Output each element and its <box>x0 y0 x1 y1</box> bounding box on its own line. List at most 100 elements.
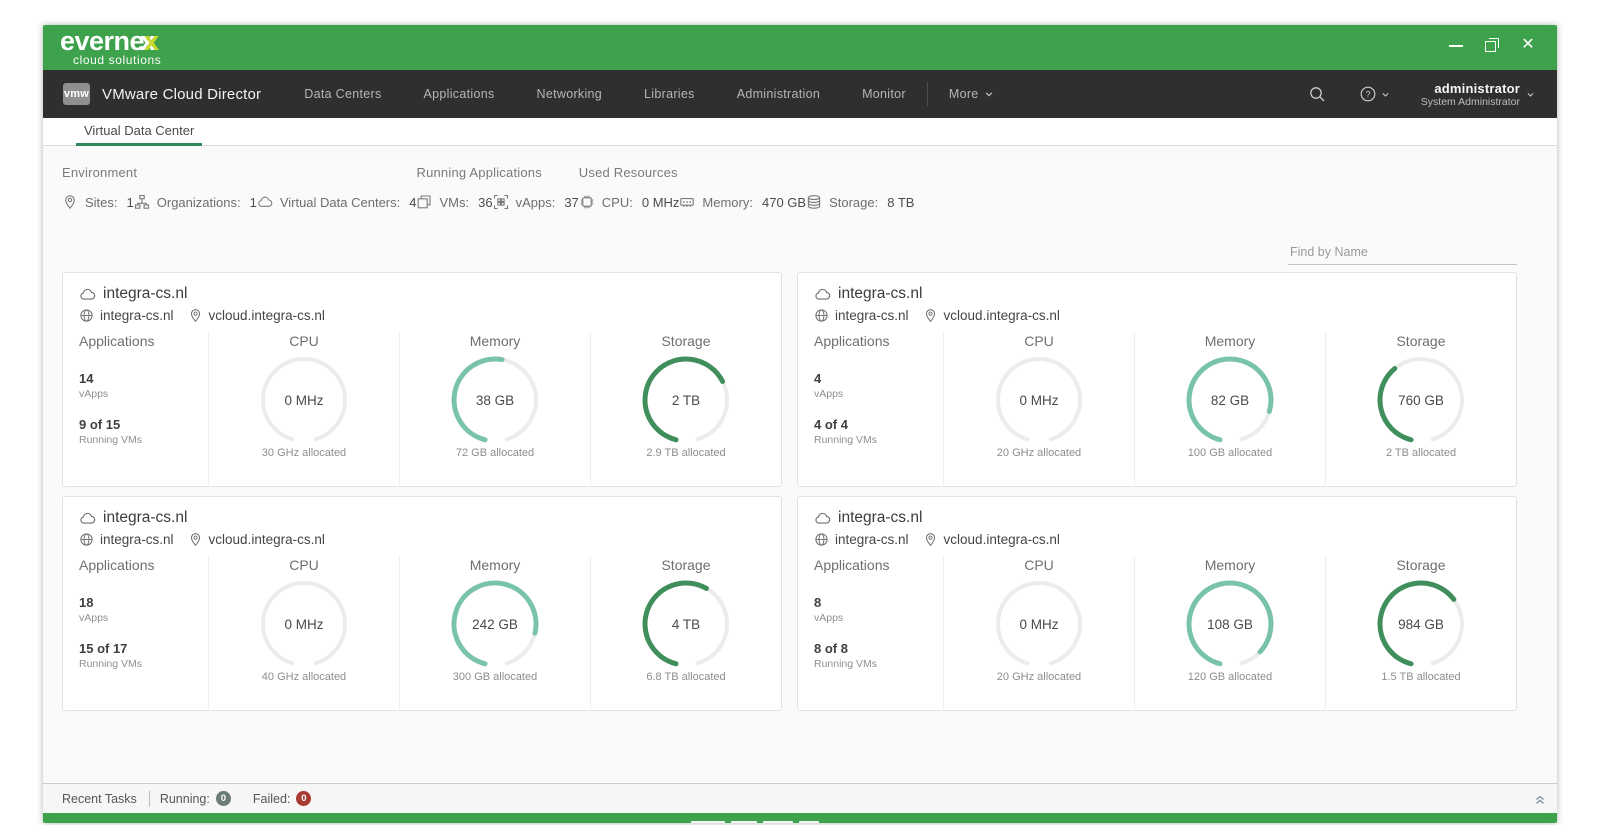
nav-tab[interactable]: Data Centers <box>283 70 402 118</box>
location-pin-icon <box>190 533 200 547</box>
applications-title: Applications <box>814 333 890 349</box>
footer-clipped-text <box>691 821 819 823</box>
summary-item: vApps: 37 <box>493 194 579 210</box>
expand-tasks-button[interactable] <box>1533 792 1547 806</box>
applications-title: Applications <box>79 333 155 349</box>
summary-section-title: Environment <box>62 165 138 180</box>
datacenter-name[interactable]: integra-cs.nl <box>814 509 1500 527</box>
usage-gauge: 82 GB <box>1186 356 1274 443</box>
cloud-icon <box>80 288 96 300</box>
datacenter-name[interactable]: integra-cs.nl <box>79 509 765 527</box>
gauge-column: Memory 82 GB 100 GB allocated <box>1134 333 1325 485</box>
nav-tab[interactable]: Administration <box>716 70 841 118</box>
restore-button[interactable] <box>1485 38 1499 52</box>
datacenter-card: integra-cs.nl integra-cs.nl vcloud.integ… <box>797 496 1517 711</box>
summary-item-label: CPU: <box>601 194 633 210</box>
minimize-button[interactable] <box>1449 38 1463 52</box>
gauge-title: Storage <box>661 557 711 573</box>
nav-tab[interactable]: Applications <box>403 70 516 118</box>
memory-icon <box>680 198 695 207</box>
running-vms-label: Running VMs <box>814 658 878 670</box>
gauge-title: Storage <box>1396 333 1446 349</box>
usage-gauge: 984 GB <box>1377 580 1464 667</box>
vapps-icon <box>493 194 508 210</box>
summary-item-value: 8 TB <box>887 194 915 210</box>
usage-gauge: 0 MHz <box>996 581 1082 666</box>
datacenter-name[interactable]: integra-cs.nl <box>814 285 1500 303</box>
summary-item-value: 36 <box>478 194 493 210</box>
recent-tasks-bar: Recent Tasks Running: 0 Failed: 0 <box>43 783 1557 813</box>
summary-item-label: Memory: <box>702 194 753 210</box>
nav-tab[interactable]: Monitor <box>841 70 927 118</box>
gauge-allocated: 1.5 TB allocated <box>1381 671 1461 683</box>
brand-name: everne x x <box>60 28 161 55</box>
summary-section: Running Applications VMs: 36 vApps: 37 <box>416 165 578 227</box>
nav-tab-more[interactable]: More <box>928 70 1015 118</box>
summary-item: CPU: 0 MHz <box>579 194 680 210</box>
gauge-allocated: 120 GB allocated <box>1187 671 1273 683</box>
summary-item: VMs: 36 <box>416 194 493 210</box>
summary-item: Virtual Data Centers: 4 <box>257 194 417 210</box>
gauge-column: Memory 108 GB 120 GB allocated <box>1134 557 1325 709</box>
search-button[interactable] <box>1292 85 1342 103</box>
content-area: Environment Sites: 1 Organizations: 1 Vi… <box>43 147 1557 783</box>
running-vms-label: Running VMs <box>79 434 143 446</box>
gauge-title: Storage <box>661 333 711 349</box>
running-vms-label: Running VMs <box>79 658 143 670</box>
card-subheader: integra-cs.nl vcloud.integra-cs.nl <box>814 308 1500 323</box>
vmware-logo: vmw <box>63 83 90 105</box>
datacenter-name-text: integra-cs.nl <box>103 285 188 302</box>
applications-column: Applications 4 vApps 4 of 4 Running VMs <box>798 333 943 485</box>
org-name: integra-cs.nl <box>835 532 909 547</box>
footer-strip <box>43 813 1557 823</box>
location-pin-icon <box>925 309 935 323</box>
usage-gauge: 242 GB <box>451 580 539 667</box>
cpu-icon <box>580 195 593 209</box>
globe-icon <box>80 533 93 546</box>
gauge-allocated: 72 GB allocated <box>455 447 535 459</box>
gauge-value: 108 GB <box>1207 617 1253 632</box>
gauge-column: Storage 760 GB 2 TB allocated <box>1325 333 1516 485</box>
datacenter-name[interactable]: integra-cs.nl <box>79 285 765 303</box>
running-vms-count: 9 of 15 <box>79 417 121 432</box>
chevron-down-icon <box>985 92 992 97</box>
help-menu[interactable]: ? <box>1343 85 1406 103</box>
gauge-allocated: 2.9 TB allocated <box>646 447 726 459</box>
gauge-column: Storage 984 GB 1.5 TB allocated <box>1325 557 1516 709</box>
close-button[interactable]: ✕ <box>1521 37 1535 53</box>
nav-tab[interactable]: Networking <box>516 70 624 118</box>
nav-tab[interactable]: Libraries <box>623 70 716 118</box>
card-subheader: integra-cs.nl vcloud.integra-cs.nl <box>814 532 1500 547</box>
titlebar: everne x x cloud solutions ✕ <box>43 25 1557 70</box>
summary-item-value: 0 MHz <box>641 194 680 210</box>
site-address: vcloud.integra-cs.nl <box>943 532 1060 547</box>
card-header: integra-cs.nl integra-cs.nl vcloud.integ… <box>798 509 1516 547</box>
running-tasks: Running: 0 <box>160 791 231 806</box>
datacenter-card: integra-cs.nl integra-cs.nl vcloud.integ… <box>62 496 782 711</box>
site-address: vcloud.integra-cs.nl <box>943 308 1060 323</box>
card-columns: Applications 8 vApps 8 of 8 Running VMs … <box>798 557 1516 709</box>
nav-right: ? administrator System Administrator <box>1292 70 1535 118</box>
gauge-title: CPU <box>1024 557 1054 573</box>
summary-item-value: 4 <box>409 194 417 210</box>
org-icon <box>134 194 149 209</box>
datacenter-card: integra-cs.nl integra-cs.nl vcloud.integ… <box>797 272 1517 487</box>
summary-item-label: vApps: <box>515 194 556 210</box>
applications-title: Applications <box>79 557 155 573</box>
tab-virtual-data-center[interactable]: Virtual Data Center <box>76 118 203 146</box>
search-icon <box>1309 87 1325 102</box>
find-by-name-input[interactable] <box>1288 241 1517 265</box>
user-menu[interactable]: administrator System Administrator <box>1421 81 1535 108</box>
summary-section: Environment Sites: 1 Organizations: 1 Vi… <box>62 165 416 227</box>
cloud-icon <box>815 288 831 300</box>
applications-column: Applications 18 vApps 15 of 17 Running V… <box>63 557 208 709</box>
cloud-icon <box>258 196 273 207</box>
summary-section-title: Used Resources <box>578 165 678 180</box>
main-navbar: vmw VMware Cloud Director Data Centers Ap… <box>43 70 1557 118</box>
gauge-column: CPU 0 MHz 20 GHz allocated <box>943 557 1134 709</box>
vapps-count: 14 <box>79 371 94 386</box>
globe-icon <box>815 309 828 322</box>
location-pin-icon <box>190 309 200 323</box>
applications-column: Applications 14 vApps 9 of 15 Running VM… <box>63 333 208 485</box>
site-address: vcloud.integra-cs.nl <box>208 532 325 547</box>
